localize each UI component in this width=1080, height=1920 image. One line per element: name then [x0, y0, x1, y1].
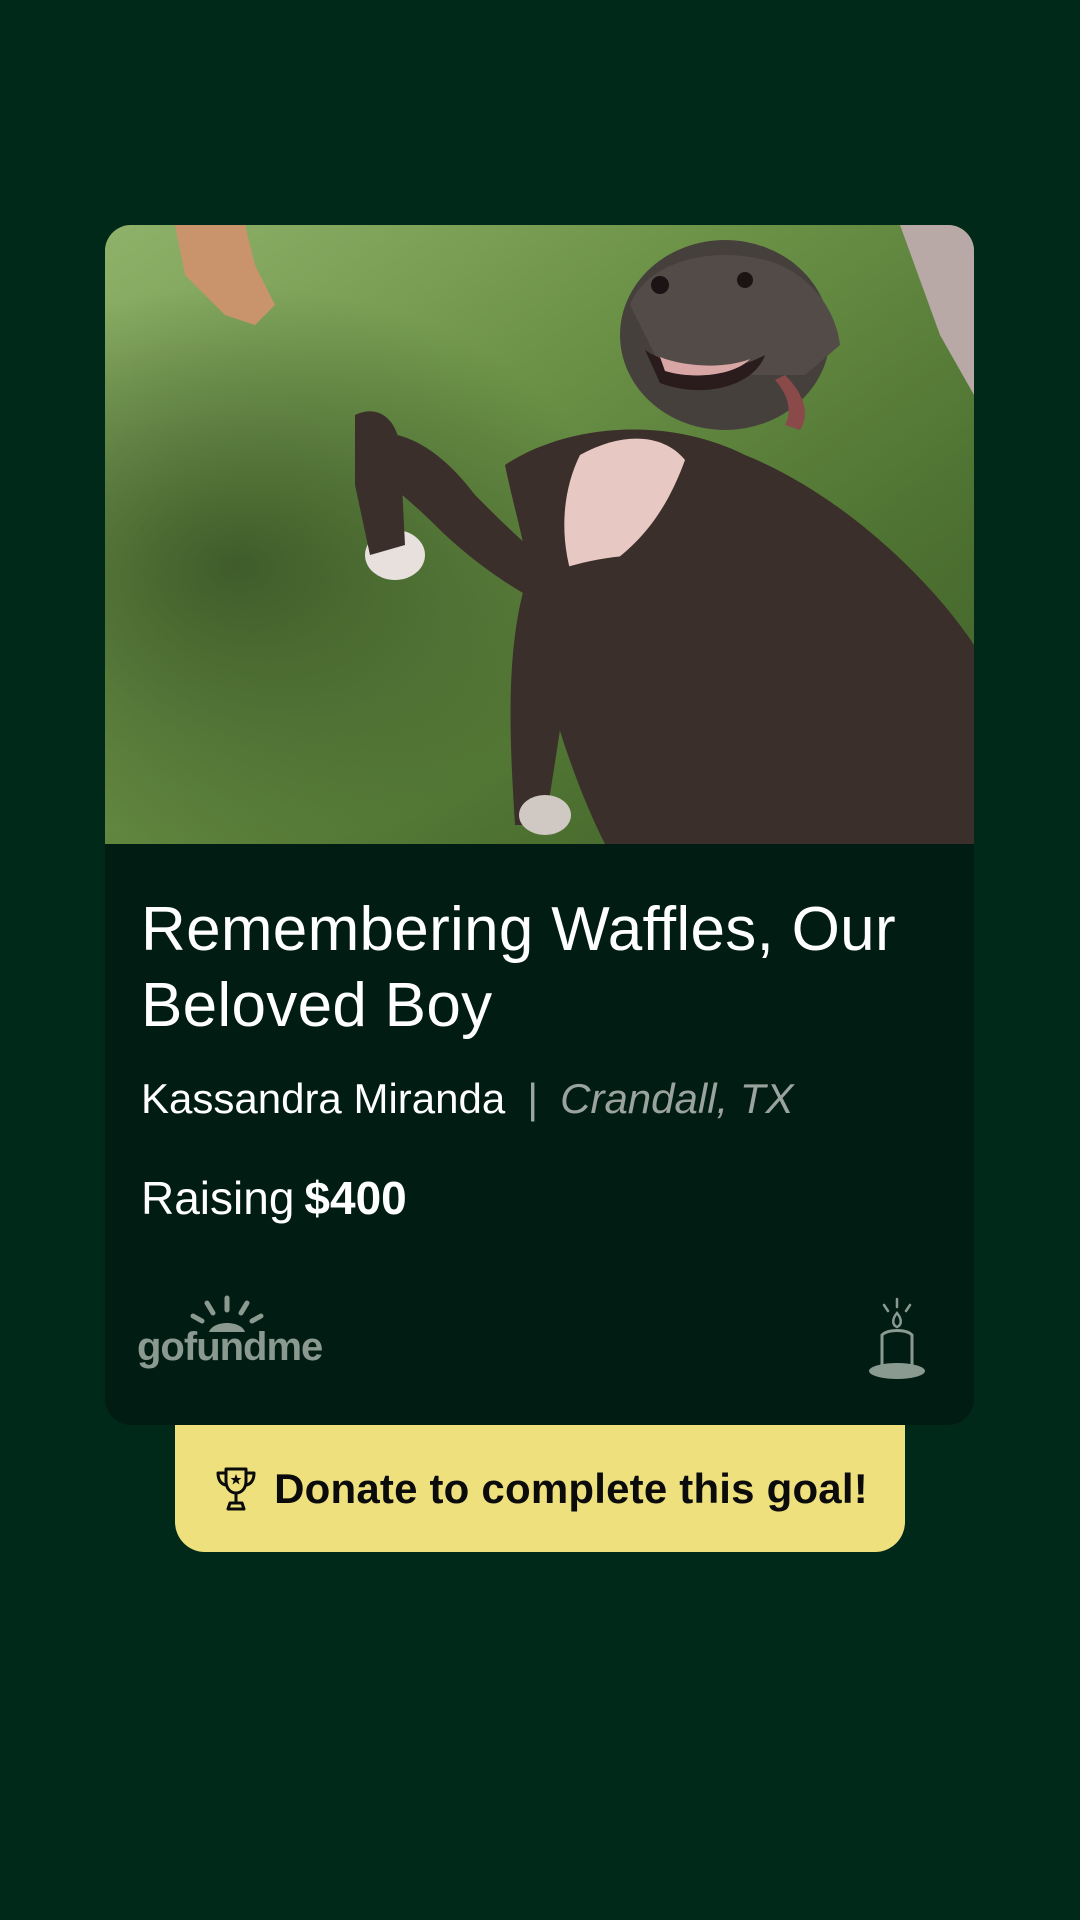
trophy-icon [216, 1467, 256, 1510]
gofundme-logo-text: gofundme [137, 1325, 322, 1369]
page: Remembering Waffles, Our Beloved Boy Kas… [0, 0, 1080, 1920]
byline-separator: | [527, 1075, 539, 1122]
donate-button[interactable]: Donate to complete this goal! [175, 1425, 905, 1552]
fundraiser-card[interactable]: Remembering Waffles, Our Beloved Boy Kas… [105, 225, 974, 1425]
donate-button-label: Donate to complete this goal! [274, 1464, 868, 1512]
gofundme-logo: gofundme [137, 1295, 323, 1369]
fundraiser-photo [105, 225, 974, 844]
goal-summary: Raising $400 [141, 1170, 938, 1226]
goal-amount: $400 [304, 1172, 407, 1224]
raising-label: Raising [141, 1172, 295, 1224]
organizer-name: Kassandra Miranda [141, 1075, 506, 1122]
candle-icon[interactable] [862, 1295, 932, 1385]
campaign-info: Remembering Waffles, Our Beloved Boy Kas… [105, 844, 974, 1226]
campaign-location: Crandall, TX [560, 1075, 794, 1122]
campaign-title[interactable]: Remembering Waffles, Our Beloved Boy [141, 892, 901, 1044]
campaign-byline: Kassandra Miranda | Crandall, TX [141, 1074, 938, 1124]
